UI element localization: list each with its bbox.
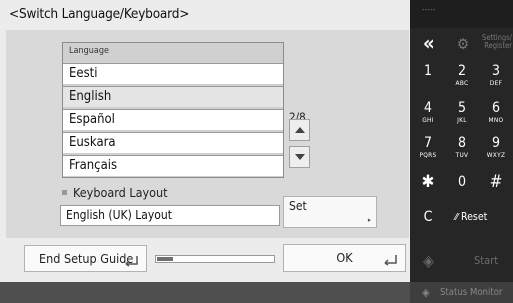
settings-register-label[interactable]: Settings/ Register (474, 34, 512, 50)
key-1[interactable]: 1 (412, 64, 444, 94)
key-digit: 7 (423, 135, 432, 151)
scroll-up-button[interactable] (289, 119, 310, 141)
ok-button-label: OK (336, 250, 353, 265)
language-item[interactable]: Français (63, 155, 283, 176)
ok-button[interactable]: OK (283, 244, 406, 272)
end-setup-guide-label: End Setup Guide (39, 251, 134, 266)
bullet-icon (62, 190, 67, 195)
key-digit: 6 (491, 100, 500, 116)
key-digit: # (489, 172, 503, 192)
keypad-top-label: ----- (422, 6, 436, 14)
language-item[interactable]: Euskara (63, 132, 283, 153)
key-digit: 4 (423, 100, 432, 116)
keypad-top-bar: ----- (410, 0, 513, 28)
key-9[interactable]: 9 WXYZ (480, 136, 512, 166)
clear-key[interactable]: C (412, 206, 444, 236)
key-8[interactable]: 8 TUV (446, 136, 478, 166)
setup-progress-bar (155, 255, 275, 263)
key-digit: 5 (457, 100, 466, 116)
end-setup-guide-button[interactable]: End Setup Guide (24, 245, 147, 272)
key-digit: 3 (491, 63, 500, 79)
bottom-strip (0, 282, 410, 303)
language-list: Language Eesti English Español Euskara F… (62, 42, 284, 178)
keypad-panel: ----- « ⚙ Settings/ Register 1 2 ABC 3 D… (410, 0, 513, 303)
return-icon (125, 256, 138, 267)
key-7[interactable]: 7 PQRS (412, 136, 444, 166)
key-5[interactable]: 5 JKL (446, 101, 478, 131)
page-title: <Switch Language/Keyboard> (9, 6, 190, 22)
key-2[interactable]: 2 ABC (446, 64, 478, 94)
key-letters: MNO (488, 116, 504, 124)
asterisk-icon: ✱ (421, 172, 435, 192)
key-3[interactable]: 3 DEF (480, 64, 512, 94)
key-hash[interactable]: # (480, 171, 512, 201)
key-digit: 8 (457, 135, 466, 151)
set-button-label: Set (289, 199, 307, 213)
diamond-start-icon: ◈ (423, 251, 435, 270)
key-digit: 2 (457, 63, 466, 79)
gear-icon[interactable]: ⚙ (457, 37, 469, 52)
keyboard-layout-label-text: Keyboard Layout (73, 185, 168, 200)
key-letters: TUV (455, 151, 469, 159)
keyboard-layout-label: Keyboard Layout (62, 185, 168, 200)
key-letters: JKL (457, 116, 467, 124)
key-0[interactable]: 0 (446, 171, 478, 201)
language-item[interactable]: Eesti (63, 63, 283, 84)
reset-key[interactable]: ⁄⁄ Reset (455, 206, 507, 228)
key-asterisk[interactable]: ✱ (412, 171, 444, 201)
reset-key-label: Reset (461, 211, 488, 223)
status-monitor-label: Status Monitor (440, 287, 503, 298)
language-item-selected[interactable]: English (63, 86, 283, 107)
key-digit: 1 (423, 63, 432, 79)
chevron-down-icon (295, 154, 305, 160)
back-icon[interactable]: « (423, 33, 435, 53)
status-monitor-icon: ◈ (422, 286, 430, 299)
key-letters: DEF (489, 79, 503, 87)
key-digit: 9 (491, 135, 500, 151)
start-button[interactable]: Start (474, 254, 498, 267)
key-letters: ABC (455, 79, 469, 87)
main-screen: <Switch Language/Keyboard> Language Eest… (0, 0, 410, 303)
language-list-header: Language (69, 46, 109, 56)
key-letters: GHI (422, 116, 434, 124)
corner-arrow-icon: ▸ (367, 216, 371, 224)
set-button[interactable]: Set ▸ (283, 196, 377, 228)
key-letters: PQRS (419, 151, 437, 159)
key-letters: WXYZ (486, 151, 506, 159)
chevron-up-icon (295, 127, 305, 133)
return-icon (384, 255, 397, 266)
clear-key-label: C (423, 209, 433, 225)
keyboard-layout-field: English (UK) Layout (60, 205, 280, 226)
key-digit: 0 (457, 174, 466, 190)
key-6[interactable]: 6 MNO (480, 101, 512, 131)
scroll-down-button[interactable] (289, 146, 310, 168)
language-item[interactable]: Español (63, 109, 283, 130)
status-monitor-bar[interactable]: ◈ Status Monitor (410, 282, 513, 303)
key-4[interactable]: 4 GHI (412, 101, 444, 131)
reset-icon: ⁄⁄ (455, 212, 458, 223)
setup-progress-fill (157, 257, 173, 261)
